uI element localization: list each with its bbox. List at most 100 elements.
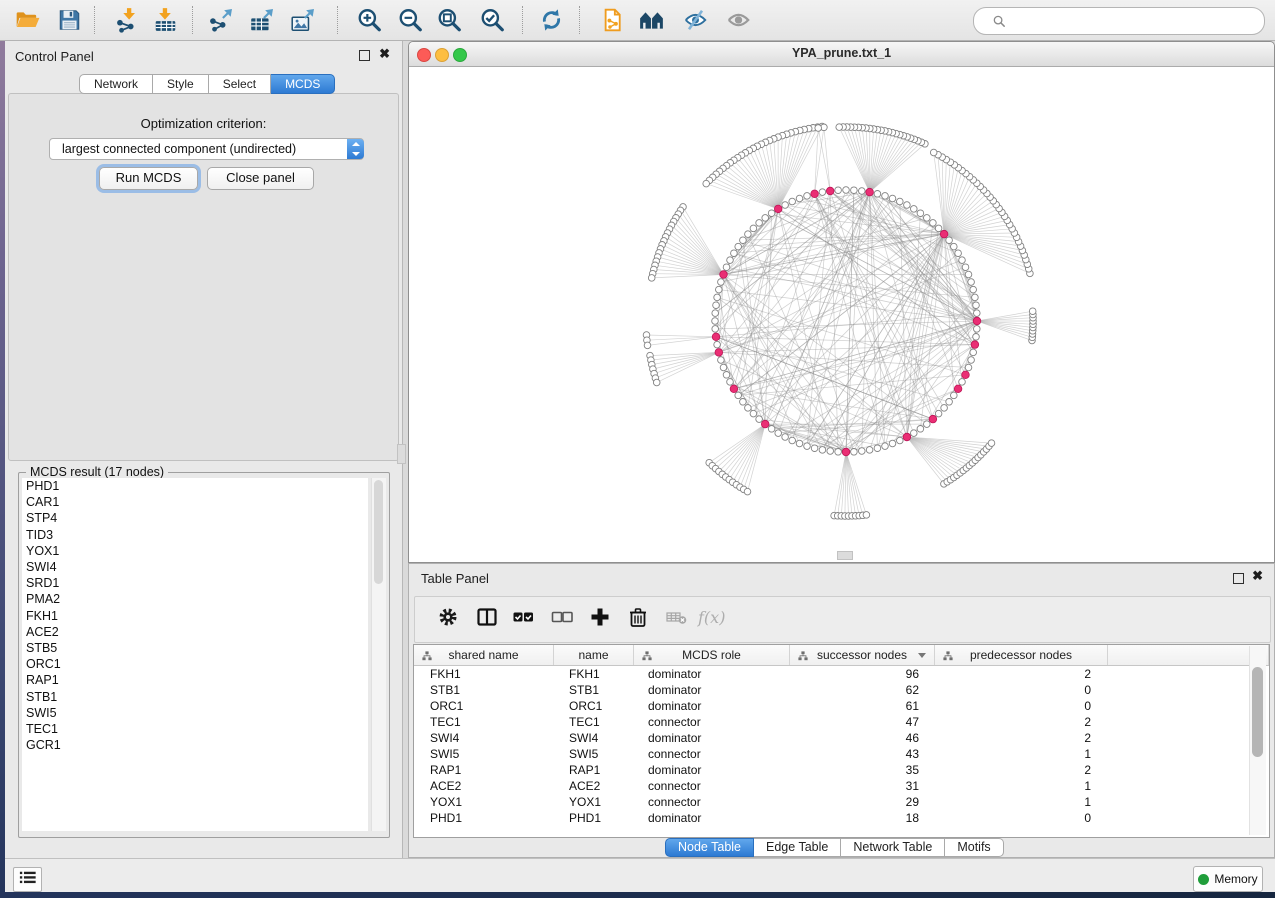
cell-predecessor-nodes: 1 [931, 746, 1103, 762]
mcds-result-item[interactable]: TID3 [22, 527, 368, 543]
open-file-button[interactable] [10, 5, 44, 35]
zoom-in-button[interactable] [352, 5, 386, 35]
save-session-icon [56, 7, 83, 33]
mcds-result-item[interactable]: FKH1 [22, 608, 368, 624]
table-row[interactable]: RAP1RAP1dominator352 [414, 762, 1269, 778]
horizontal-splitter-handle[interactable] [837, 551, 853, 560]
table-row[interactable]: SWI4SWI4dominator462 [414, 730, 1269, 746]
table-row[interactable]: SWI5SWI5connector431 [414, 746, 1269, 762]
result-scrollbar-thumb[interactable] [374, 480, 383, 584]
mcds-result-item[interactable]: TEC1 [22, 721, 368, 737]
cell-name: SWI5 [553, 746, 632, 762]
import-network-button[interactable] [110, 5, 144, 35]
tab-mcds[interactable]: MCDS [271, 74, 335, 94]
deselect-all-rows-button[interactable] [547, 605, 577, 633]
mcds-result-item[interactable]: YOX1 [22, 543, 368, 559]
cell-successor-nodes: 35 [787, 762, 931, 778]
close-panel-button[interactable]: Close panel [207, 167, 314, 190]
mcds-result-item[interactable]: STP4 [22, 510, 368, 526]
column-label: name [578, 648, 608, 662]
run-mcds-button[interactable]: Run MCDS [99, 167, 198, 190]
cell-successor-nodes: 47 [787, 714, 931, 730]
mcds-result-item[interactable]: STB1 [22, 689, 368, 705]
share-network-document-icon [597, 7, 624, 33]
mcds-result-item[interactable]: SWI5 [22, 705, 368, 721]
column-header-predecessor-nodes[interactable]: predecessor nodes [935, 645, 1108, 665]
search-box[interactable] [973, 7, 1265, 35]
tab-network[interactable]: Network [79, 74, 153, 94]
refresh-view-button[interactable] [534, 5, 568, 35]
create-column-button[interactable] [585, 605, 615, 633]
export-network-button[interactable] [203, 5, 237, 35]
search-input[interactable] [1002, 10, 1264, 32]
column-header-shared-name[interactable]: shared name [414, 645, 554, 665]
toolbar-separator [94, 6, 95, 34]
mcds-result-item[interactable]: PHD1 [22, 478, 368, 494]
show-graphics-details-button[interactable] [721, 5, 755, 35]
network-titlebar[interactable]: YPA_prune.txt_1 [409, 42, 1274, 67]
delete-columns-button[interactable] [623, 605, 653, 633]
criterion-dropdown[interactable]: largest connected component (undirected) [49, 138, 364, 160]
export-image-button[interactable] [285, 5, 319, 35]
tab-motifs[interactable]: Motifs [945, 838, 1003, 857]
list-icon [19, 870, 37, 890]
column-header-MCDS-role[interactable]: MCDS role [634, 645, 790, 665]
hide-graphics-details-button[interactable] [678, 5, 712, 35]
node-table[interactable]: shared name name MCDS rolesuccessor nodesp… [413, 644, 1270, 838]
cell-predecessor-nodes: 2 [931, 730, 1103, 746]
cell-shared-name: ACE2 [414, 778, 553, 794]
table-row[interactable]: YOX1YOX1connector291 [414, 794, 1269, 810]
tab-node-table[interactable]: Node Table [665, 838, 754, 857]
column-header-name[interactable]: name [554, 645, 634, 665]
table-row[interactable]: TEC1TEC1connector472 [414, 714, 1269, 730]
show-panels-button[interactable] [13, 867, 42, 892]
mcds-result-item[interactable]: ACE2 [22, 624, 368, 640]
table-scrollbar-thumb[interactable] [1252, 667, 1263, 757]
export-table-button[interactable] [244, 5, 278, 35]
table-settings-button[interactable] [433, 605, 463, 633]
tab-style[interactable]: Style [153, 74, 209, 94]
save-session-button[interactable] [52, 5, 86, 35]
memory-button[interactable]: Memory [1193, 866, 1263, 892]
table-row[interactable]: PHD1PHD1dominator180 [414, 810, 1269, 826]
mcds-result-list[interactable]: PHD1CAR1STP4TID3YOX1SWI4SRD1PMA2FKH1ACE2… [22, 478, 368, 831]
import-table-button[interactable] [148, 5, 182, 35]
table-scrollbar[interactable] [1249, 646, 1266, 835]
close-table-panel-icon[interactable]: ✖ [1252, 568, 1263, 584]
mcds-result-item[interactable]: SRD1 [22, 575, 368, 591]
network-canvas[interactable] [409, 65, 1274, 562]
mcds-result-item[interactable]: STB5 [22, 640, 368, 656]
network-overview-button[interactable] [634, 5, 668, 35]
delete-table-button [662, 605, 692, 633]
share-network-document-button[interactable] [593, 5, 627, 35]
close-panel-icon[interactable]: ✖ [379, 46, 390, 62]
zoom-fit-button[interactable] [432, 5, 466, 35]
table-row[interactable]: FKH1FKH1dominator962 [414, 666, 1269, 682]
column-header-successor-nodes[interactable]: successor nodes [790, 645, 935, 665]
float-table-panel-icon[interactable] [1233, 573, 1244, 584]
result-scrollbar[interactable] [371, 478, 386, 831]
table-row[interactable]: ACE2ACE2connector311 [414, 778, 1269, 794]
vertical-splitter-handle[interactable] [397, 444, 406, 464]
cell-shared-name: SWI5 [414, 746, 553, 762]
mcds-result-item[interactable]: ORC1 [22, 656, 368, 672]
zoom-out-button[interactable] [393, 5, 427, 35]
select-all-rows-button[interactable] [508, 605, 538, 633]
table-row[interactable]: ORC1ORC1dominator610 [414, 698, 1269, 714]
zoom-selected-button[interactable] [475, 5, 509, 35]
split-view-button[interactable] [472, 605, 502, 633]
table-row[interactable]: STB1STB1dominator620 [414, 682, 1269, 698]
mcds-panel: Optimization criterion: largest connecte… [8, 93, 399, 461]
mcds-result-item[interactable]: GCR1 [22, 737, 368, 753]
mcds-result-item[interactable]: SWI4 [22, 559, 368, 575]
delete-columns-icon [626, 605, 650, 634]
tab-select[interactable]: Select [209, 74, 271, 94]
mcds-result-item[interactable]: PMA2 [22, 591, 368, 607]
float-panel-icon[interactable] [359, 50, 370, 61]
tab-edge-table[interactable]: Edge Table [754, 838, 841, 857]
tab-network-table[interactable]: Network Table [841, 838, 945, 857]
mcds-result-item[interactable]: RAP1 [22, 672, 368, 688]
column-label: shared name [448, 648, 518, 662]
select-all-rows-icon [511, 605, 535, 634]
mcds-result-item[interactable]: CAR1 [22, 494, 368, 510]
